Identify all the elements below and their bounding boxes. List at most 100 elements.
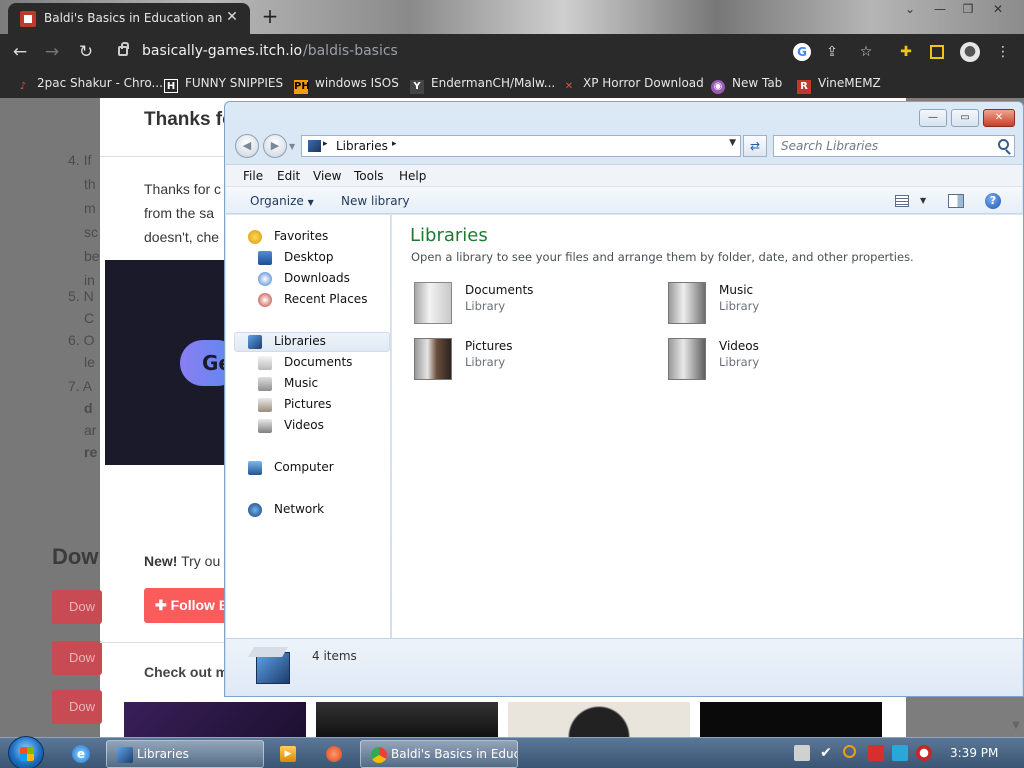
library-music[interactable]: Music Library: [666, 279, 906, 327]
tray-network-icon[interactable]: [892, 745, 908, 761]
internet-explorer-pin[interactable]: e: [60, 741, 100, 767]
tray-app-icon[interactable]: [794, 745, 810, 761]
search-input[interactable]: Search Libraries: [773, 135, 1015, 157]
close-window-icon[interactable]: ✕: [984, 0, 1012, 20]
nav-label: Desktop: [284, 250, 334, 264]
extensions-puzzle-icon[interactable]: ✚: [897, 43, 915, 61]
bookmark-star-icon[interactable]: ☆: [857, 43, 875, 61]
nav-label: Music: [284, 376, 319, 390]
library-name: Music: [719, 283, 754, 297]
new-tab-button[interactable]: +: [258, 5, 282, 29]
follow-button[interactable]: ✚ Follow E: [144, 588, 232, 623]
refresh-icon[interactable]: ⇄: [743, 135, 767, 157]
desktop-icon: [258, 251, 272, 265]
game-thumbnail[interactable]: [124, 702, 306, 737]
menu-file[interactable]: File: [243, 169, 263, 183]
recent-places-icon: [258, 293, 272, 307]
yp-icon: Y: [410, 80, 424, 94]
lock-icon: [118, 42, 129, 56]
address-dropdown-icon[interactable]: ▼: [729, 138, 736, 148]
bookmark-new-tab[interactable]: ◉ New Tab: [711, 76, 782, 94]
game-thumbnail[interactable]: [700, 702, 882, 737]
library-documents[interactable]: Documents Library: [412, 279, 652, 327]
chrome-menu-icon[interactable]: ⋮: [994, 43, 1012, 61]
network-icon: [248, 503, 262, 517]
game-thumbnail[interactable]: [508, 702, 690, 737]
library-name: Videos: [719, 339, 759, 353]
page-heading: Thanks fo: [144, 109, 234, 130]
bookmark-funny-snippies[interactable]: H FUNNY SNIPPIES: [164, 76, 284, 93]
download-button[interactable]: Dow: [52, 590, 102, 624]
tray-checkmark-icon[interactable]: ✔: [818, 745, 834, 761]
bookmark-label: EndermanCH/Malw...: [431, 76, 556, 90]
forward-arrow-icon[interactable]: →: [40, 41, 64, 63]
share-icon[interactable]: ⇪: [823, 43, 841, 61]
maximize-button[interactable]: ▭: [951, 109, 979, 127]
start-button[interactable]: [8, 736, 44, 768]
app-pin[interactable]: [314, 741, 354, 767]
new-library-button[interactable]: New library: [341, 194, 410, 208]
organize-label: Organize: [250, 194, 304, 208]
back-arrow-icon[interactable]: ←: [8, 41, 32, 63]
tab-close-icon[interactable]: ✕: [224, 9, 240, 25]
restore-icon[interactable]: ❐: [954, 0, 982, 20]
forward-button[interactable]: ▶: [263, 134, 287, 158]
new-label: New!: [144, 553, 178, 569]
breadcrumb-arrow-icon[interactable]: ▸: [392, 139, 397, 149]
recent-pages-dropdown-icon[interactable]: ▼: [289, 142, 295, 151]
menu-edit[interactable]: Edit: [277, 169, 300, 183]
back-button[interactable]: ◀: [235, 134, 259, 158]
view-dropdown-icon[interactable]: ▼: [920, 196, 926, 205]
taskbar-libraries-button[interactable]: Libraries: [106, 740, 264, 768]
preview-pane-icon[interactable]: [948, 194, 964, 208]
tray-search-icon[interactable]: [843, 745, 856, 758]
library-videos[interactable]: Videos Library: [666, 335, 906, 383]
bookmark-label: FUNNY SNIPPIES: [185, 76, 284, 90]
bookmark-2pac[interactable]: ♪ 2pac Shakur - Chro...: [16, 76, 163, 92]
game-thumbnail[interactable]: [316, 702, 498, 737]
scroll-down-arrow-icon[interactable]: ▼: [1008, 720, 1024, 736]
menu-tools[interactable]: Tools: [354, 169, 384, 183]
side-panel-icon[interactable]: [930, 45, 944, 59]
search-icon[interactable]: [998, 139, 1009, 150]
tray-volume-icon[interactable]: [916, 745, 932, 761]
menu-help[interactable]: Help: [399, 169, 426, 183]
bookmark-vinememz[interactable]: R VineMEMZ: [797, 76, 881, 94]
divider: [100, 156, 230, 157]
star-icon: [248, 230, 262, 244]
computer-icon: [248, 461, 262, 475]
taskbar-clock[interactable]: 3:39 PM: [950, 746, 998, 760]
minimize-icon[interactable]: —: [926, 0, 954, 20]
organize-button[interactable]: Organize ▼: [250, 194, 314, 208]
library-pictures[interactable]: Pictures Library: [412, 335, 652, 383]
close-button[interactable]: ✕: [983, 109, 1015, 127]
media-player-pin[interactable]: ▶: [268, 741, 308, 767]
help-icon[interactable]: ?: [985, 193, 1001, 209]
paragraph-line: from the sa: [144, 205, 215, 221]
library-name: Pictures: [465, 339, 513, 353]
tab-search-icon[interactable]: ⌄: [896, 0, 924, 20]
download-button[interactable]: Dow: [52, 690, 102, 724]
change-view-icon[interactable]: [895, 195, 909, 207]
bookmark-endermanch[interactable]: Y EndermanCH/Malw...: [410, 76, 556, 94]
download-button[interactable]: Dow: [52, 641, 102, 675]
breadcrumb-libraries[interactable]: Libraries: [336, 139, 388, 153]
explorer-address-bar[interactable]: ▸ Libraries ▸ ▼: [301, 135, 741, 157]
taskbar-chrome-button[interactable]: Baldi's Basics in Educ...: [360, 740, 518, 768]
globe-icon: ◉: [711, 80, 725, 94]
minimize-button[interactable]: —: [919, 109, 947, 127]
breadcrumb-arrow-icon[interactable]: ▸: [323, 139, 328, 149]
library-type: Library: [719, 299, 760, 313]
tray-flag-icon[interactable]: [868, 745, 884, 761]
reload-icon[interactable]: ↻: [74, 41, 98, 63]
menu-view[interactable]: View: [313, 169, 341, 183]
address-bar[interactable]: basically-games.itch.io /baldis-basics: [108, 38, 888, 66]
browser-tab[interactable]: Baldi's Basics in Education and L ✕: [8, 3, 250, 34]
bookmark-windows-isos[interactable]: PH windows ISOS: [294, 76, 399, 94]
google-lens-icon[interactable]: G: [793, 43, 811, 61]
nav-label: Recent Places: [284, 292, 368, 306]
list-item: th: [84, 176, 96, 192]
nav-label: Computer: [274, 460, 334, 474]
profile-avatar-icon[interactable]: ●: [960, 42, 980, 62]
bookmark-xp-horror[interactable]: ✕ XP Horror Download: [562, 76, 704, 92]
